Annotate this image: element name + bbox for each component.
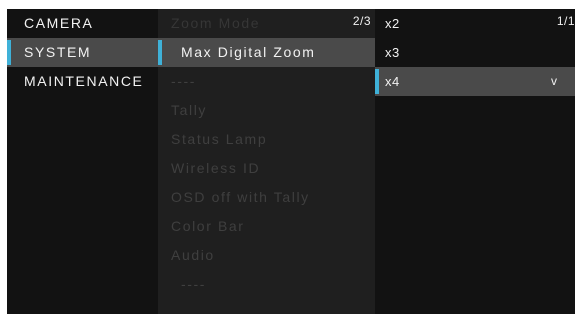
submenu-item-audio[interactable]: Audio bbox=[158, 241, 375, 270]
menu-item-maintenance[interactable]: MAINTENANCE bbox=[7, 67, 158, 96]
osd-menu-screen: CAMERA SYSTEM MAINTENANCE 2/3 Zoom Mode … bbox=[7, 9, 575, 314]
submenu-item-label: OSD off with Tally bbox=[171, 189, 310, 205]
submenu-header: Zoom Mode bbox=[158, 9, 375, 38]
submenu-item-max-digital-zoom[interactable]: Max Digital Zoom bbox=[158, 38, 375, 67]
submenu-item-label: Max Digital Zoom bbox=[181, 44, 316, 60]
submenu-item-status-lamp[interactable]: Status Lamp bbox=[158, 125, 375, 154]
submenu-item-label: Tally bbox=[171, 102, 208, 118]
submenu-item-label: ---- bbox=[171, 73, 197, 89]
menu-item-camera[interactable]: CAMERA bbox=[7, 9, 158, 38]
checkmark-icon: v bbox=[551, 74, 557, 88]
submenu-item-label: Audio bbox=[171, 247, 215, 263]
option-x2[interactable]: x2 bbox=[375, 9, 575, 38]
submenu-item-label: Wireless ID bbox=[171, 160, 261, 176]
submenu-header-label: Zoom Mode bbox=[171, 15, 261, 31]
menu-item-system[interactable]: SYSTEM bbox=[7, 38, 158, 67]
selection-indicator bbox=[158, 40, 162, 65]
selection-indicator bbox=[7, 40, 11, 65]
menu-item-label: SYSTEM bbox=[24, 44, 92, 60]
submenu-item-osd-off-with-tally[interactable]: OSD off with Tally bbox=[158, 183, 375, 212]
option-label: x3 bbox=[385, 45, 400, 60]
submenu-item-wireless-id[interactable]: Wireless ID bbox=[158, 154, 375, 183]
selection-indicator bbox=[375, 69, 379, 94]
submenu-item-label: Color Bar bbox=[171, 218, 245, 234]
menu-item-label: CAMERA bbox=[24, 15, 94, 31]
system-submenu: 2/3 Zoom Mode Max Digital Zoom ---- Tall… bbox=[158, 9, 375, 314]
submenu-separator: ---- bbox=[158, 270, 375, 299]
submenu-separator: ---- bbox=[158, 67, 375, 96]
submenu-item-label: ---- bbox=[181, 276, 207, 292]
submenu-item-color-bar[interactable]: Color Bar bbox=[158, 212, 375, 241]
option-label: x4 bbox=[385, 74, 400, 89]
main-menu: CAMERA SYSTEM MAINTENANCE bbox=[7, 9, 158, 314]
option-x3[interactable]: x3 bbox=[375, 38, 575, 67]
submenu-item-tally[interactable]: Tally bbox=[158, 96, 375, 125]
zoom-options-menu: 1/1 x2 x3 x4 v bbox=[375, 9, 575, 314]
option-label: x2 bbox=[385, 16, 400, 31]
submenu-item-label: Status Lamp bbox=[171, 131, 268, 147]
menu-item-label: MAINTENANCE bbox=[24, 73, 144, 89]
option-x4[interactable]: x4 v bbox=[375, 67, 575, 96]
